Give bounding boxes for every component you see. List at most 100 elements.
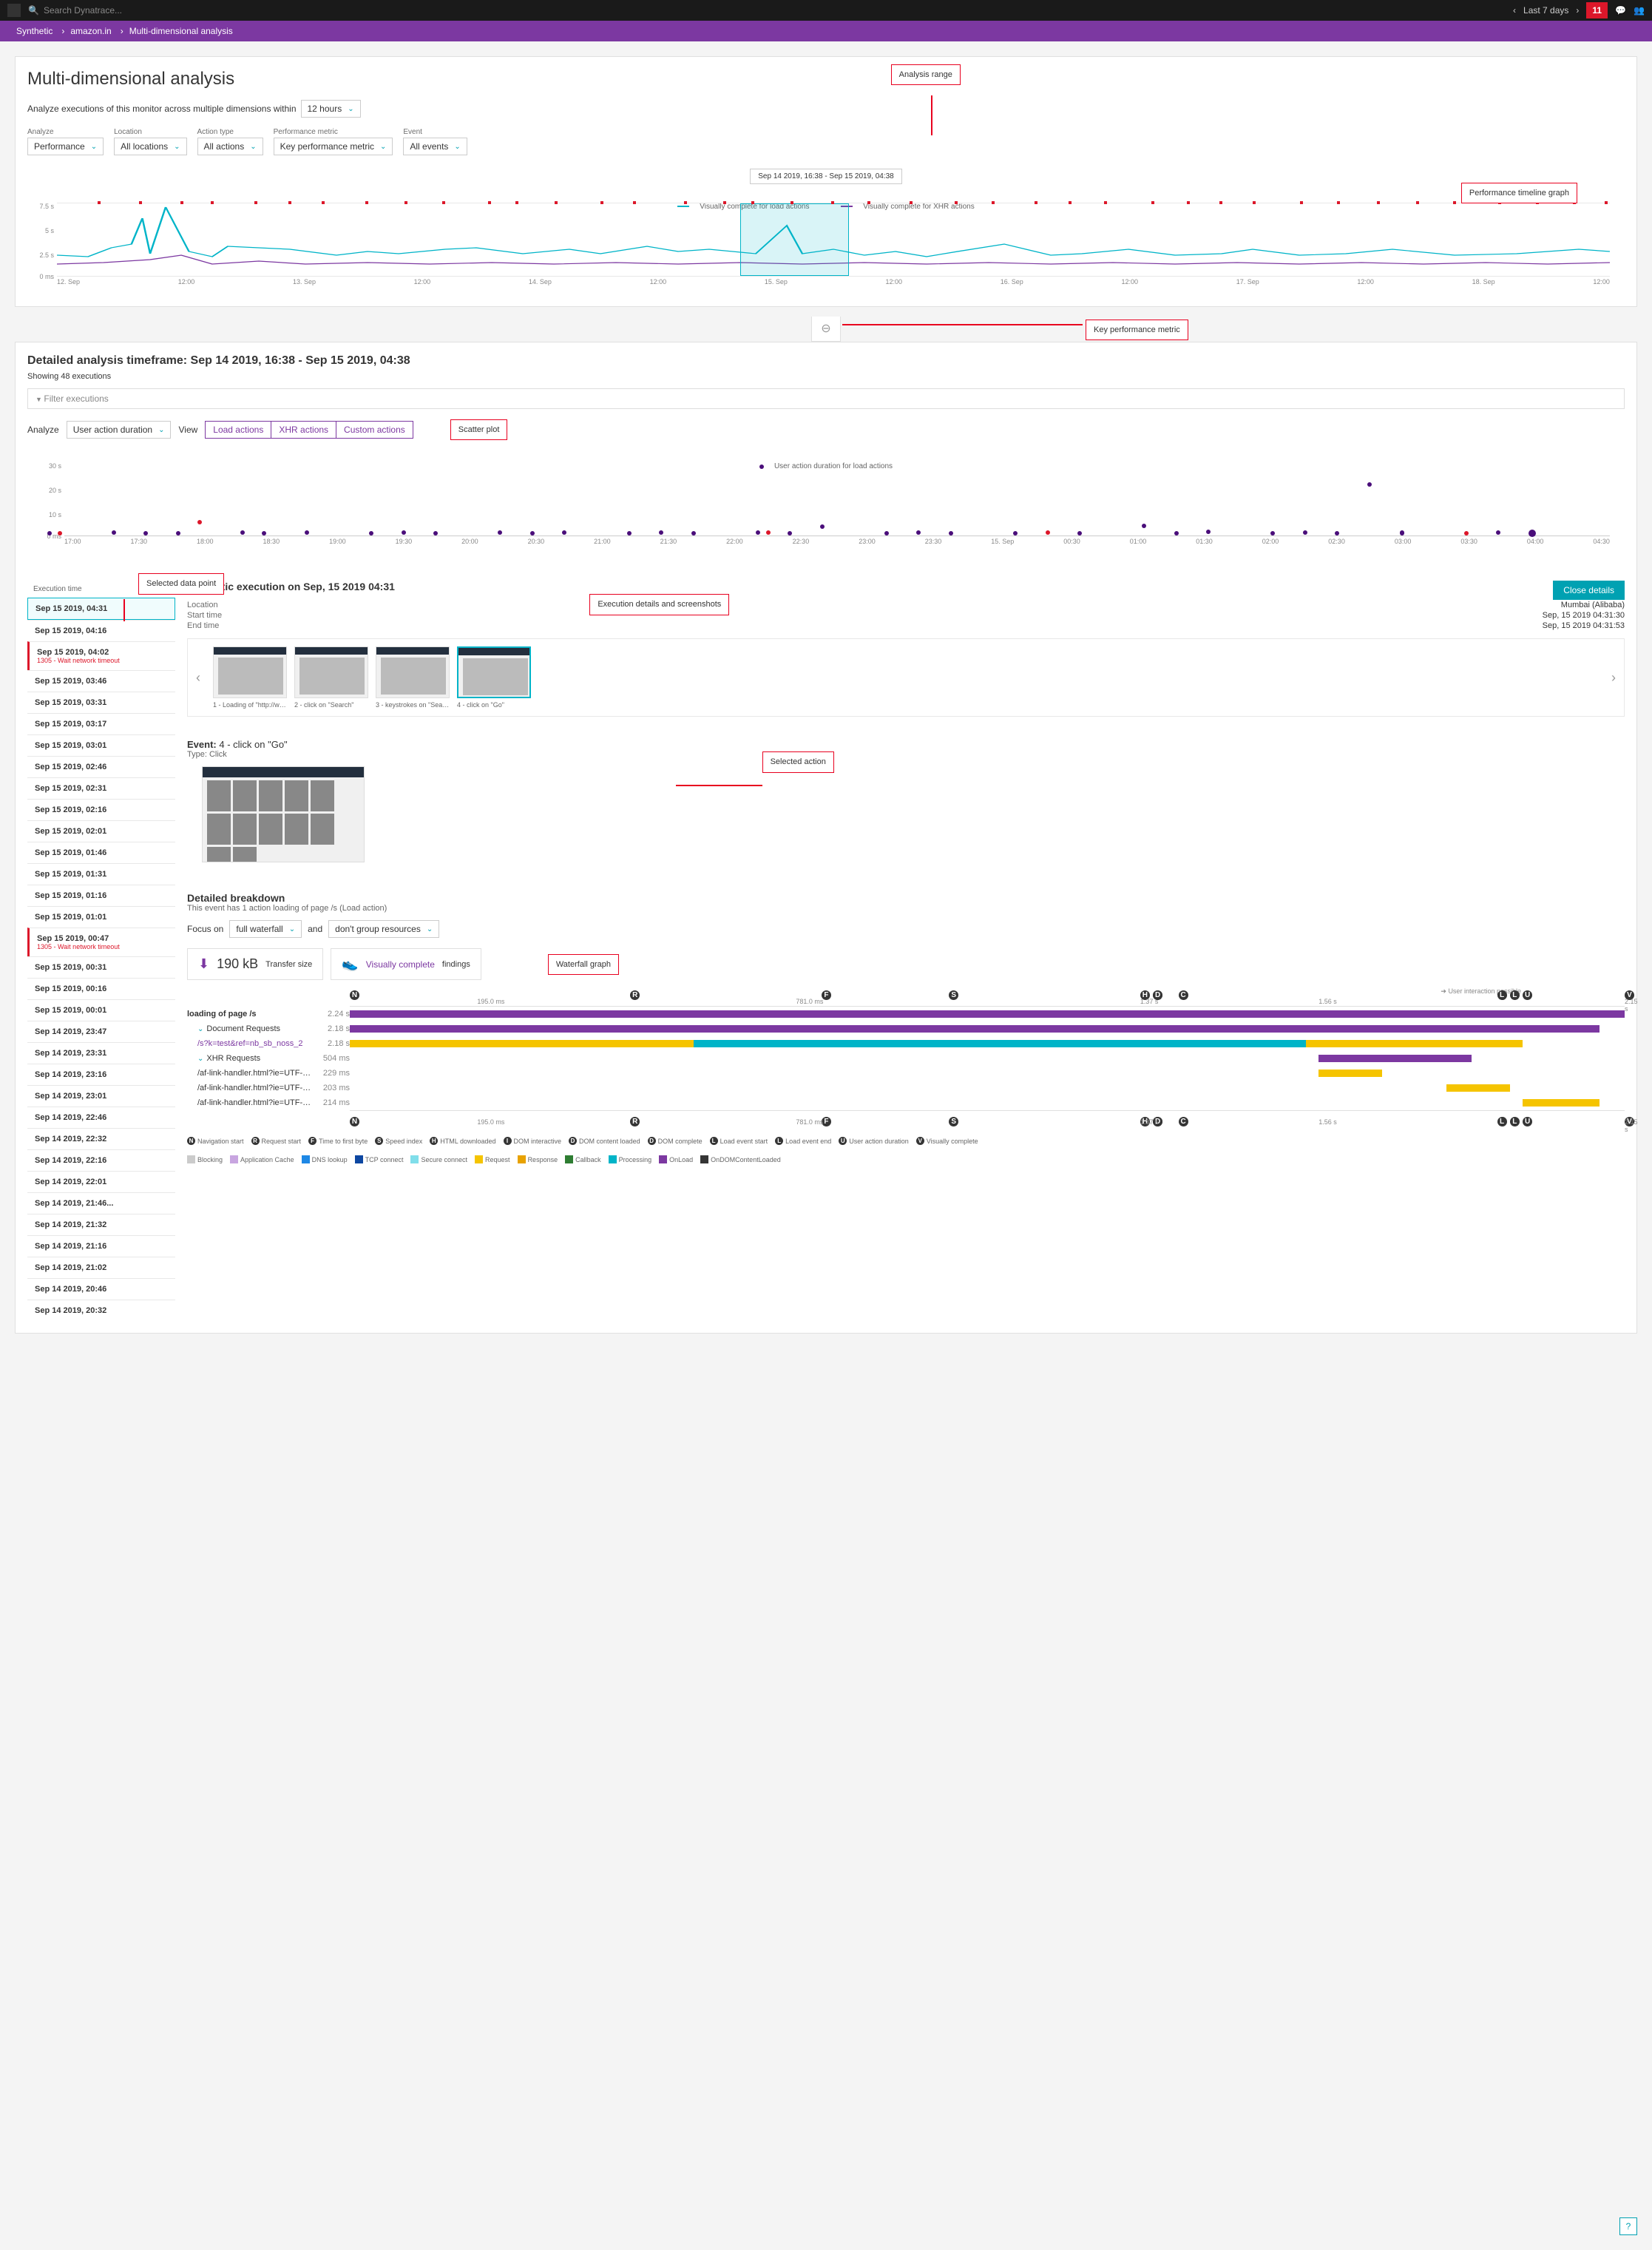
performance-timeline[interactable]: 7.5 s 5 s 2.5 s 0 ms 12. Sep12:0013. Sep… (27, 203, 1625, 306)
scatter-point[interactable] (1464, 531, 1469, 536)
waterfall-chart[interactable]: User interaction possible NRFSHIDCLLUV19… (187, 990, 1625, 1126)
exec-item[interactable]: Sep 15 2019, 01:31 (27, 863, 175, 885)
scatter-point[interactable] (176, 531, 180, 536)
tab-xhr-actions[interactable]: XHR actions (271, 422, 336, 438)
exec-item[interactable]: Sep 14 2019, 22:46 (27, 1107, 175, 1128)
exec-item[interactable]: Sep 15 2019, 04:16 (27, 620, 175, 641)
scatter-point[interactable] (820, 524, 825, 529)
scatter-point[interactable] (240, 530, 245, 535)
chat-icon[interactable]: 💬 (1615, 5, 1626, 16)
scatter-point[interactable] (1496, 530, 1500, 535)
tab-custom-actions[interactable]: Custom actions (336, 422, 413, 438)
exec-item[interactable]: Sep 15 2019, 01:16 (27, 885, 175, 906)
exec-item[interactable]: Sep 15 2019, 03:46 (27, 670, 175, 692)
scatter-plot[interactable]: 30 s 20 s 10 s 0 ms 17:0017:3018:0018:30… (27, 462, 1625, 566)
scatter-point[interactable] (766, 530, 771, 535)
exec-item[interactable]: Sep 15 2019, 02:31 (27, 777, 175, 799)
zoom-reset-icon[interactable]: ⊖ (811, 317, 841, 342)
exec-item[interactable]: Sep 15 2019, 03:01 (27, 734, 175, 756)
timeframe-next-icon[interactable]: › (1576, 5, 1579, 16)
timeframe-prev-icon[interactable]: ‹ (1513, 5, 1516, 16)
waterfall-row[interactable]: ⌄Document Requests2.18 s (187, 1021, 1625, 1036)
scatter-point[interactable] (433, 531, 438, 536)
exec-item[interactable]: Sep 15 2019, 00:16 (27, 978, 175, 999)
focus-select[interactable]: full waterfall⌄ (229, 920, 302, 938)
exec-item[interactable]: Sep 14 2019, 21:32 (27, 1214, 175, 1235)
selected-action-screenshot[interactable] (202, 766, 365, 862)
exec-item[interactable]: Sep 14 2019, 21:46... (27, 1192, 175, 1214)
range-select[interactable]: 12 hours⌄ (301, 100, 361, 118)
scatter-point[interactable] (1142, 524, 1146, 528)
exec-item[interactable]: Sep 15 2019, 00:01 (27, 999, 175, 1021)
screenshot-thumb[interactable]: 2 - click on "Search" (294, 646, 368, 709)
scatter-point[interactable] (627, 531, 632, 536)
waterfall-row[interactable]: /af-link-handler.html?ie=UTF-8&pl=%7B...… (187, 1095, 1625, 1110)
carousel-next-icon[interactable]: › (1606, 670, 1621, 686)
analyze-select[interactable]: Performance⌄ (27, 138, 104, 155)
exec-item[interactable]: Sep 14 2019, 23:47 (27, 1021, 175, 1042)
analyze-metric-select[interactable]: User action duration⌄ (67, 421, 172, 439)
exec-item[interactable]: Sep 14 2019, 21:16 (27, 1235, 175, 1257)
event-select[interactable]: All events⌄ (403, 138, 467, 155)
scatter-point[interactable] (1367, 482, 1372, 487)
exec-item[interactable]: Sep 15 2019, 01:46 (27, 842, 175, 863)
user-icon[interactable]: 👥 (1634, 5, 1645, 16)
exec-item[interactable]: Sep 14 2019, 23:16 (27, 1064, 175, 1085)
scatter-point[interactable] (197, 520, 202, 524)
timeline-selection[interactable] (740, 203, 849, 276)
scatter-point[interactable] (562, 530, 566, 535)
help-button[interactable]: ? (1619, 2217, 1637, 2235)
scatter-point[interactable] (369, 531, 373, 536)
group-select[interactable]: don't group resources⌄ (328, 920, 439, 938)
scatter-point[interactable] (262, 531, 266, 536)
exec-item[interactable]: Sep 15 2019, 04:31 (27, 598, 175, 620)
search-icon[interactable]: 🔍 (28, 5, 39, 16)
scatter-point[interactable] (756, 530, 760, 535)
exec-item[interactable]: Sep 14 2019, 20:46 (27, 1278, 175, 1300)
scatter-point[interactable] (143, 531, 148, 536)
scatter-point[interactable] (530, 531, 535, 536)
scatter-point[interactable] (884, 531, 889, 536)
scatter-point[interactable] (1077, 531, 1082, 536)
exec-item[interactable]: Sep 14 2019, 21:02 (27, 1257, 175, 1278)
timeframe-selector[interactable]: Last 7 days (1523, 5, 1568, 16)
visually-complete-box[interactable]: 👟 Visually complete findings (331, 948, 481, 980)
tab-load-actions[interactable]: Load actions (206, 422, 271, 438)
scatter-point[interactable] (112, 530, 116, 535)
scatter-point[interactable] (1303, 530, 1307, 535)
exec-item[interactable]: Sep 15 2019, 00:31 (27, 956, 175, 978)
waterfall-row[interactable]: /af-link-handler.html?ie=UTF-8&pl=%7B...… (187, 1081, 1625, 1095)
scatter-point[interactable] (1206, 530, 1211, 534)
exec-item[interactable]: Sep 15 2019, 04:021305 - Wait network ti… (27, 641, 175, 670)
screenshot-thumb[interactable]: 3 - keystrokes on "Search" (376, 646, 450, 709)
scatter-point[interactable] (1046, 530, 1050, 535)
waterfall-row[interactable]: /s?k=test&ref=nb_sb_noss_22.18 s (187, 1036, 1625, 1051)
scatter-point[interactable] (659, 530, 663, 535)
breadcrumb-monitor[interactable]: amazon.in (61, 26, 120, 36)
search-input[interactable] (44, 5, 192, 16)
scatter-point[interactable] (1335, 531, 1339, 536)
exec-item[interactable]: Sep 15 2019, 00:471305 - Wait network ti… (27, 928, 175, 956)
exec-item[interactable]: Sep 15 2019, 02:01 (27, 820, 175, 842)
perf-metric-select[interactable]: Key performance metric⌄ (274, 138, 393, 155)
exec-item[interactable]: Sep 14 2019, 23:01 (27, 1085, 175, 1107)
filter-executions-input[interactable]: Filter executions (27, 388, 1625, 409)
scatter-point[interactable] (305, 530, 309, 535)
scatter-point[interactable] (58, 531, 62, 536)
scatter-point[interactable] (498, 530, 502, 535)
scatter-point[interactable] (1013, 531, 1018, 536)
scatter-point[interactable] (402, 530, 406, 535)
exec-item[interactable]: Sep 15 2019, 02:46 (27, 756, 175, 777)
waterfall-row[interactable]: ⌄XHR Requests504 ms (187, 1051, 1625, 1066)
problems-badge[interactable]: 11 (1586, 2, 1608, 18)
scatter-point[interactable] (691, 531, 696, 536)
screenshot-thumb[interactable]: 4 - click on "Go" (457, 646, 531, 709)
scatter-point[interactable] (1529, 530, 1536, 537)
logo-icon[interactable] (7, 4, 21, 17)
location-select[interactable]: All locations⌄ (114, 138, 186, 155)
screenshot-thumb[interactable]: 1 - Loading of "http://www.amaz... (213, 646, 287, 709)
scatter-point[interactable] (1400, 530, 1404, 535)
exec-item[interactable]: Sep 14 2019, 22:32 (27, 1128, 175, 1149)
scatter-point[interactable] (916, 530, 921, 535)
exec-item[interactable]: Sep 14 2019, 22:01 (27, 1171, 175, 1192)
